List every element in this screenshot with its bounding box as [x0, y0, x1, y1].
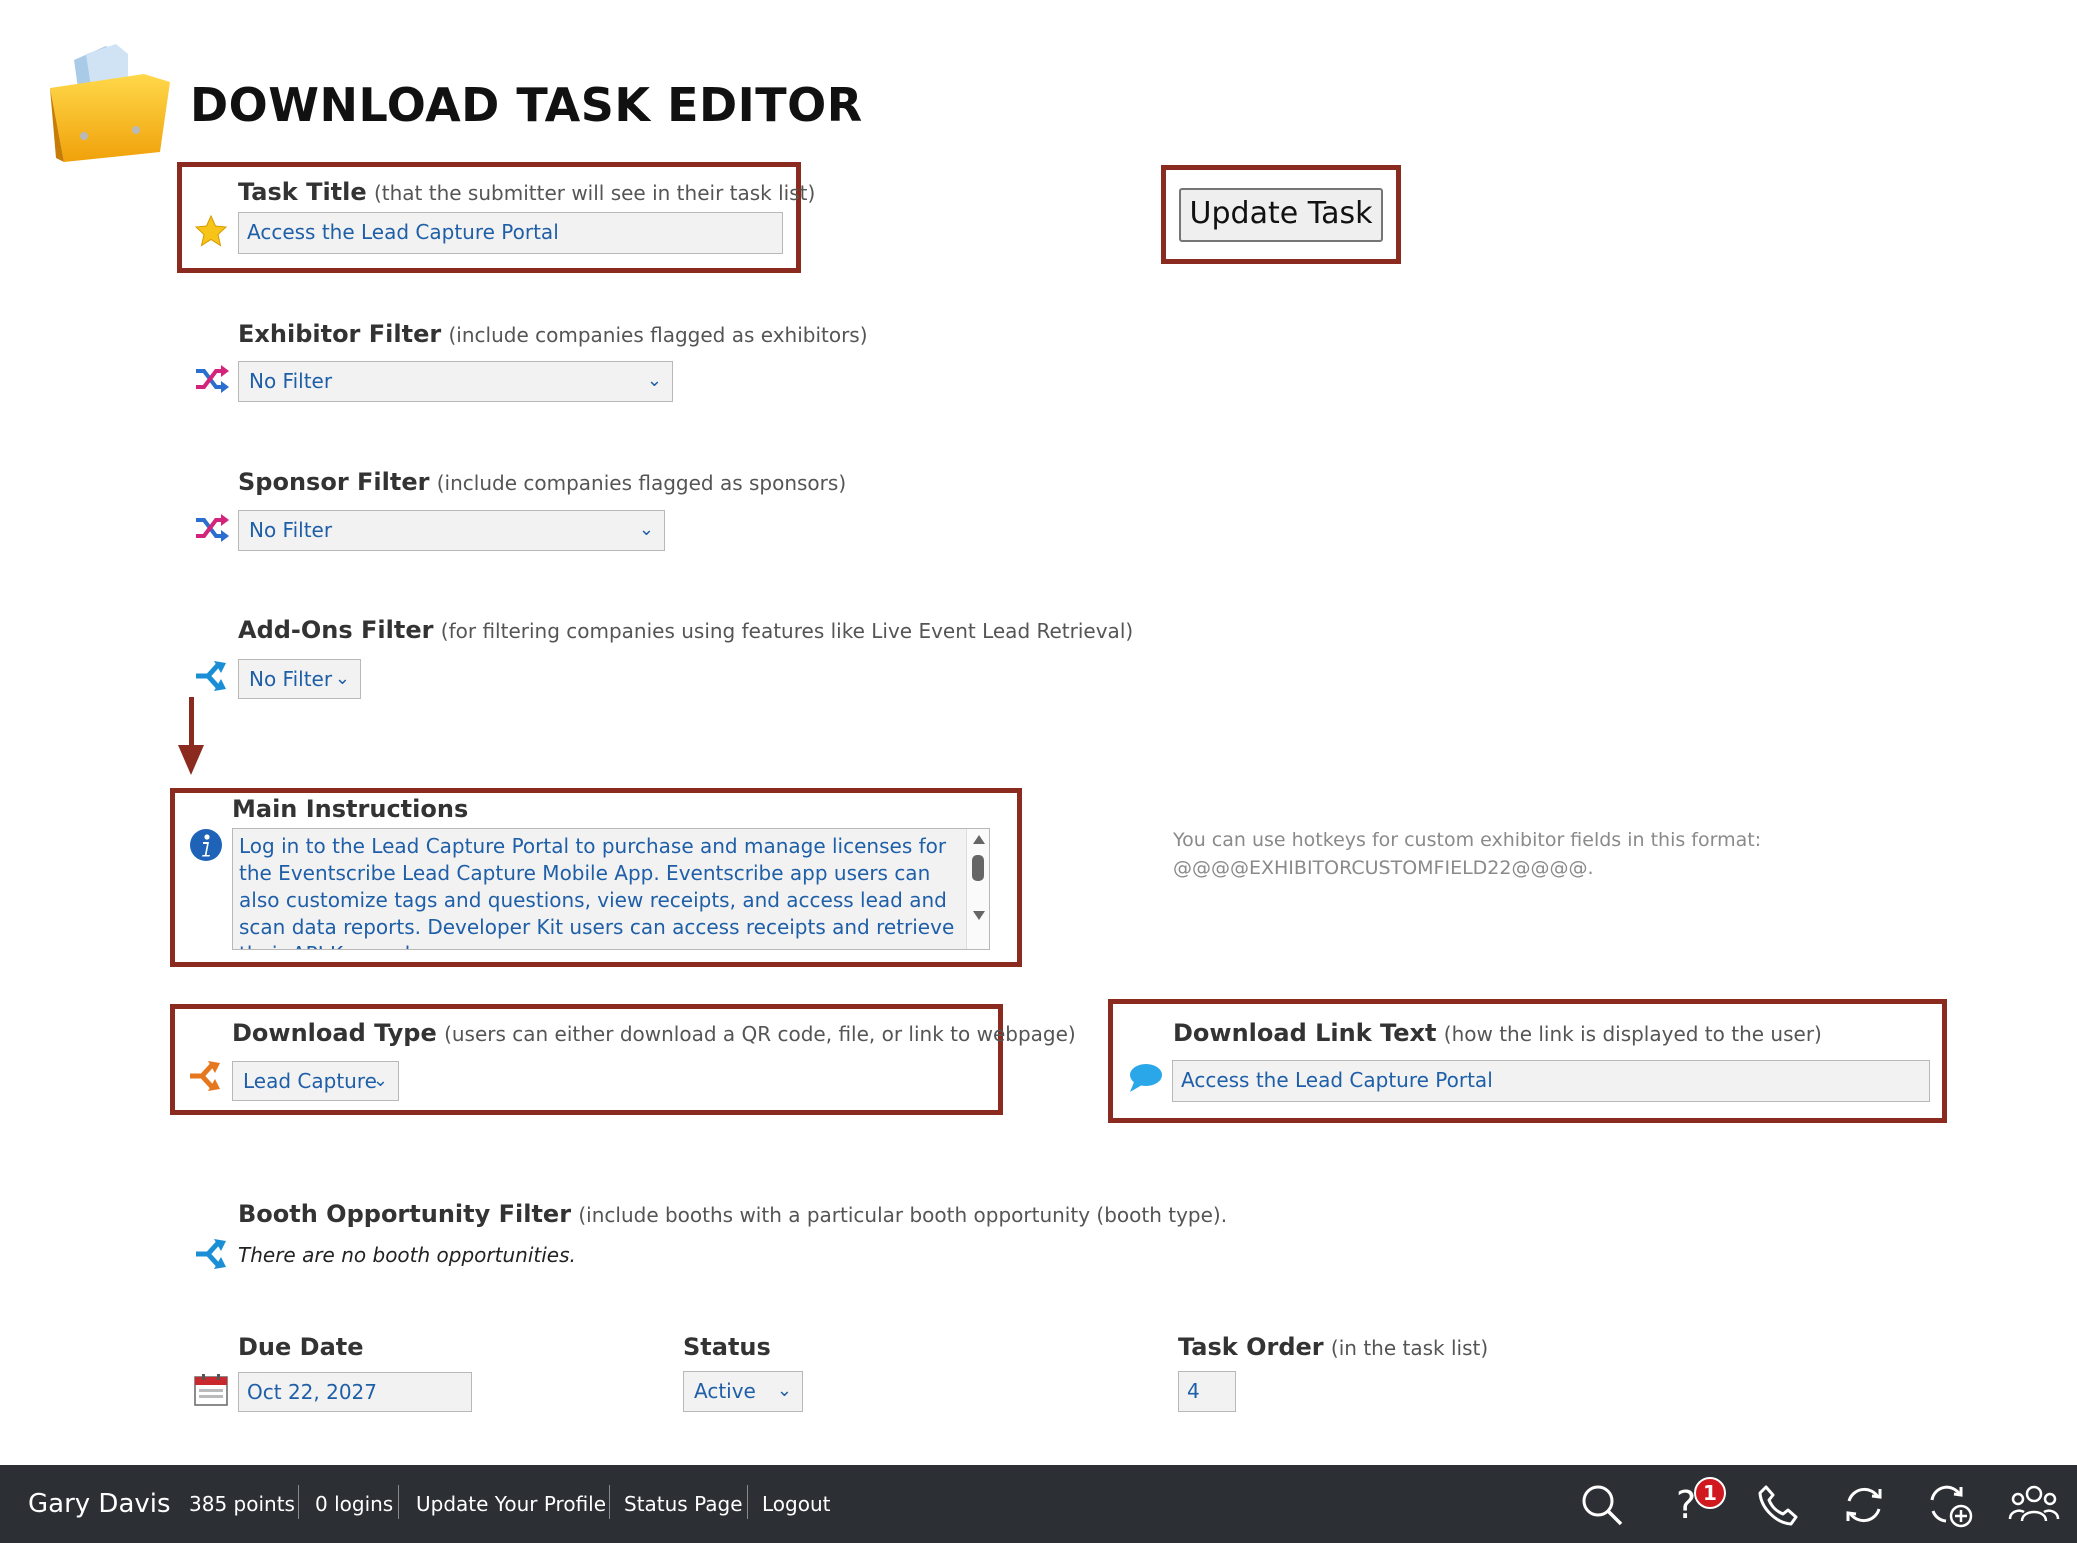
- status-label: Status: [683, 1333, 771, 1361]
- status-select[interactable]: Active ⌄: [683, 1371, 803, 1412]
- star-icon: [194, 214, 228, 248]
- page-title: DOWNLOAD TASK EDITOR: [190, 78, 863, 132]
- merge-arrows-icon: [194, 1238, 230, 1270]
- main-instructions-textarea[interactable]: Log in to the Lead Capture Portal to pur…: [232, 828, 990, 950]
- down-arrow-icon: [176, 697, 206, 777]
- shuffle-icon: [194, 513, 230, 543]
- sponsor-filter-label: Sponsor Filter (include companies flagge…: [238, 468, 847, 496]
- addons-filter-select[interactable]: No Filter ⌄: [238, 659, 361, 699]
- logout-link[interactable]: Logout: [762, 1492, 830, 1516]
- sync-add-icon[interactable]: [1926, 1483, 1974, 1529]
- logins-link[interactable]: 0 logins: [315, 1492, 393, 1516]
- exhibitor-filter-select[interactable]: No Filter ⌄: [238, 361, 673, 402]
- sponsor-filter-select[interactable]: No Filter ⌄: [238, 510, 665, 551]
- merge-arrows-icon: [194, 660, 230, 692]
- booth-filter-label: Booth Opportunity Filter (include booths…: [238, 1200, 1228, 1228]
- textarea-scrollbar[interactable]: [966, 829, 989, 949]
- users-icon[interactable]: [2008, 1481, 2060, 1527]
- chevron-down-icon: ⌄: [334, 668, 350, 689]
- chevron-down-icon: ⌄: [638, 519, 654, 540]
- download-link-text-label: Download Link Text (how the link is disp…: [1173, 1019, 1822, 1047]
- due-date-input[interactable]: Oct 22, 2027: [238, 1372, 472, 1412]
- booth-filter-empty-text: There are no booth opportunities.: [238, 1243, 576, 1267]
- phone-icon[interactable]: [1756, 1483, 1800, 1527]
- update-profile-link[interactable]: Update Your Profile: [416, 1492, 606, 1516]
- footer-bar: Gary Davis 385 points 0 logins Update Yo…: [0, 1465, 2077, 1543]
- task-order-label: Task Order (in the task list): [1178, 1333, 1489, 1361]
- calendar-icon: [194, 1374, 228, 1406]
- update-task-button[interactable]: Update Task: [1179, 188, 1383, 242]
- merge-arrows-icon: [188, 1060, 224, 1092]
- help-icon[interactable]: ? 1: [1670, 1477, 1730, 1531]
- addons-filter-label: Add-Ons Filter (for filtering companies …: [238, 616, 1134, 644]
- chevron-down-icon: ⌄: [372, 1070, 388, 1091]
- exhibitor-filter-label: Exhibitor Filter (include companies flag…: [238, 320, 868, 348]
- shuffle-icon: [194, 364, 230, 394]
- points-link[interactable]: 385 points: [189, 1492, 295, 1516]
- chevron-down-icon: ⌄: [776, 1380, 792, 1401]
- user-name: Gary Davis: [28, 1489, 171, 1519]
- due-date-label: Due Date: [238, 1333, 364, 1361]
- help-badge: 1: [1694, 1477, 1726, 1509]
- task-order-input[interactable]: 4: [1178, 1371, 1236, 1412]
- task-title-input[interactable]: Access the Lead Capture Portal: [238, 212, 783, 254]
- hotkey-note: You can use hotkeys for custom exhibitor…: [1173, 829, 1762, 879]
- task-title-label: Task Title (that the submitter will see …: [238, 178, 816, 206]
- refresh-icon[interactable]: [1842, 1483, 1886, 1527]
- download-link-text-input[interactable]: Access the Lead Capture Portal: [1172, 1060, 1930, 1102]
- status-page-link[interactable]: Status Page: [624, 1492, 743, 1516]
- download-type-select[interactable]: Lead Capture ⌄: [232, 1061, 399, 1101]
- info-icon: [189, 828, 223, 862]
- search-icon[interactable]: [1580, 1483, 1624, 1527]
- chevron-down-icon: ⌄: [646, 370, 662, 391]
- main-instructions-label: Main Instructions: [232, 795, 469, 823]
- download-type-label: Download Type (users can either download…: [232, 1019, 1076, 1047]
- speech-bubble-icon: [1128, 1062, 1164, 1094]
- folder-icon: [44, 40, 172, 165]
